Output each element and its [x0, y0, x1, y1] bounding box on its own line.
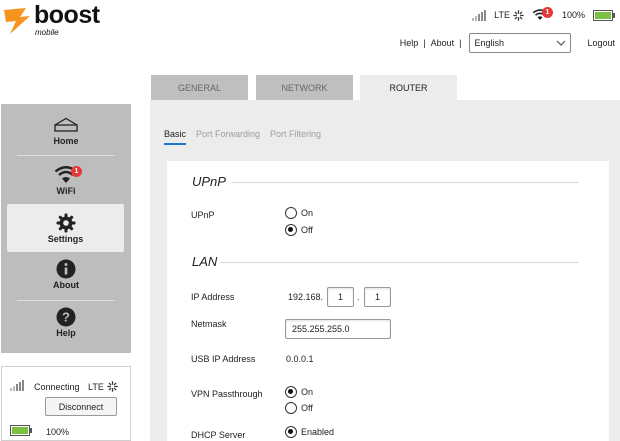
- netmask-input[interactable]: 255.255.255.0: [285, 319, 391, 339]
- battery-icon: [10, 425, 32, 436]
- sidebar-item-label: Home: [53, 136, 79, 146]
- ip-dot: .: [357, 292, 360, 302]
- ip-address-label: IP Address: [191, 292, 235, 302]
- sidebar-item-wifi[interactable]: 1 WiFi: [1, 164, 131, 204]
- signal-strength-icon: [472, 9, 487, 21]
- svg-text:?: ?: [62, 310, 70, 325]
- disconnect-button[interactable]: Disconnect: [45, 397, 117, 416]
- language-value: English: [474, 38, 504, 48]
- subtab-basic[interactable]: Basic: [164, 129, 187, 145]
- sidebar: Home 1 WiFi Settings About ? Help: [1, 104, 131, 353]
- connecting-spinner-icon: [513, 9, 524, 21]
- home-icon: [53, 114, 79, 136]
- ip-prefix: 192.168.: [288, 292, 324, 302]
- tab-router[interactable]: ROUTER: [360, 75, 457, 100]
- wifi-icon: 1: [54, 164, 82, 186]
- subtabs: Basic Port Forwarding Port Filtering: [164, 129, 321, 145]
- tab-general[interactable]: GENERAL: [151, 75, 248, 100]
- signal-strength-icon: [10, 380, 24, 391]
- help-link[interactable]: Help: [400, 38, 419, 48]
- usb-ip-label: USB IP Address: [191, 354, 256, 364]
- language-select[interactable]: English: [469, 33, 572, 53]
- logo-subtext: mobile: [35, 28, 59, 37]
- connection-status: Connecting: [34, 382, 80, 392]
- logo-text: boost: [34, 1, 100, 29]
- separator: |: [459, 38, 462, 48]
- question-icon: ?: [56, 306, 76, 328]
- connection-panel: Connecting LTE Disconnect 100%: [1, 366, 131, 441]
- connection-network: LTE: [88, 381, 118, 392]
- vpn-on-radio[interactable]: On: [285, 386, 313, 398]
- battery-icon: [593, 9, 615, 21]
- divider: [17, 155, 115, 156]
- sidebar-item-help[interactable]: ? Help: [1, 306, 131, 346]
- subtab-port-forwarding[interactable]: Port Forwarding: [196, 129, 260, 139]
- separator: |: [423, 38, 426, 48]
- tab-network[interactable]: NETWORK: [256, 75, 353, 100]
- chevron-down-icon: [557, 40, 566, 46]
- ip-octet4-input[interactable]: 1: [364, 287, 391, 307]
- upnp-off-radio[interactable]: Off: [285, 224, 313, 236]
- sidebar-item-label: About: [53, 280, 79, 290]
- router-settings-panel: UPnP UPnP On Off LAN IP Address 192.168.…: [167, 161, 609, 441]
- about-link[interactable]: About: [431, 38, 455, 48]
- gear-icon: [56, 212, 76, 234]
- usb-ip-value: 0.0.0.1: [286, 354, 314, 364]
- status-bar: LTE 1 100%: [464, 7, 615, 22]
- section-title-upnp: UPnP: [192, 174, 226, 189]
- section-divider: [232, 182, 579, 183]
- divider: [17, 300, 115, 301]
- sidebar-item-label: Settings: [47, 234, 84, 244]
- sidebar-item-label: Help: [56, 328, 76, 338]
- sidebar-item-settings[interactable]: Settings: [7, 204, 124, 252]
- battery-percent: 100%: [561, 10, 585, 20]
- battery-percent: 100%: [46, 427, 70, 437]
- wifi-badge: 1: [71, 166, 82, 177]
- subtab-port-filtering[interactable]: Port Filtering: [270, 129, 321, 139]
- boost-logo-icon: [4, 8, 30, 34]
- ip-octet3-input[interactable]: 1: [327, 287, 354, 307]
- wifi-client-badge: 1: [541, 7, 553, 18]
- wifi-status-icon: 1: [532, 7, 553, 21]
- upnp-label: UPnP: [191, 210, 215, 220]
- section-divider: [220, 262, 579, 263]
- sidebar-item-label: WiFi: [56, 186, 76, 196]
- dhcp-server-label: DHCP Server: [191, 430, 246, 440]
- netmask-label: Netmask: [191, 319, 227, 329]
- connecting-spinner-icon: [107, 381, 118, 392]
- sidebar-item-home[interactable]: Home: [1, 114, 131, 154]
- upnp-on-radio[interactable]: On: [285, 207, 313, 219]
- info-icon: [56, 258, 76, 280]
- section-title-lan: LAN: [192, 254, 218, 269]
- sidebar-item-about[interactable]: About: [1, 258, 131, 298]
- main-content: Basic Port Forwarding Port Filtering UPn…: [150, 100, 620, 441]
- network-type: LTE: [494, 9, 524, 21]
- dhcp-enabled-radio[interactable]: Enabled: [285, 426, 334, 438]
- vpn-passthrough-label: VPN Passthrough: [191, 389, 263, 399]
- vpn-off-radio[interactable]: Off: [285, 402, 313, 414]
- logout-link[interactable]: Logout: [587, 38, 615, 48]
- boost-mobile-logo: boost mobile: [4, 1, 104, 37]
- top-links: Help | About | English Logout: [400, 33, 615, 53]
